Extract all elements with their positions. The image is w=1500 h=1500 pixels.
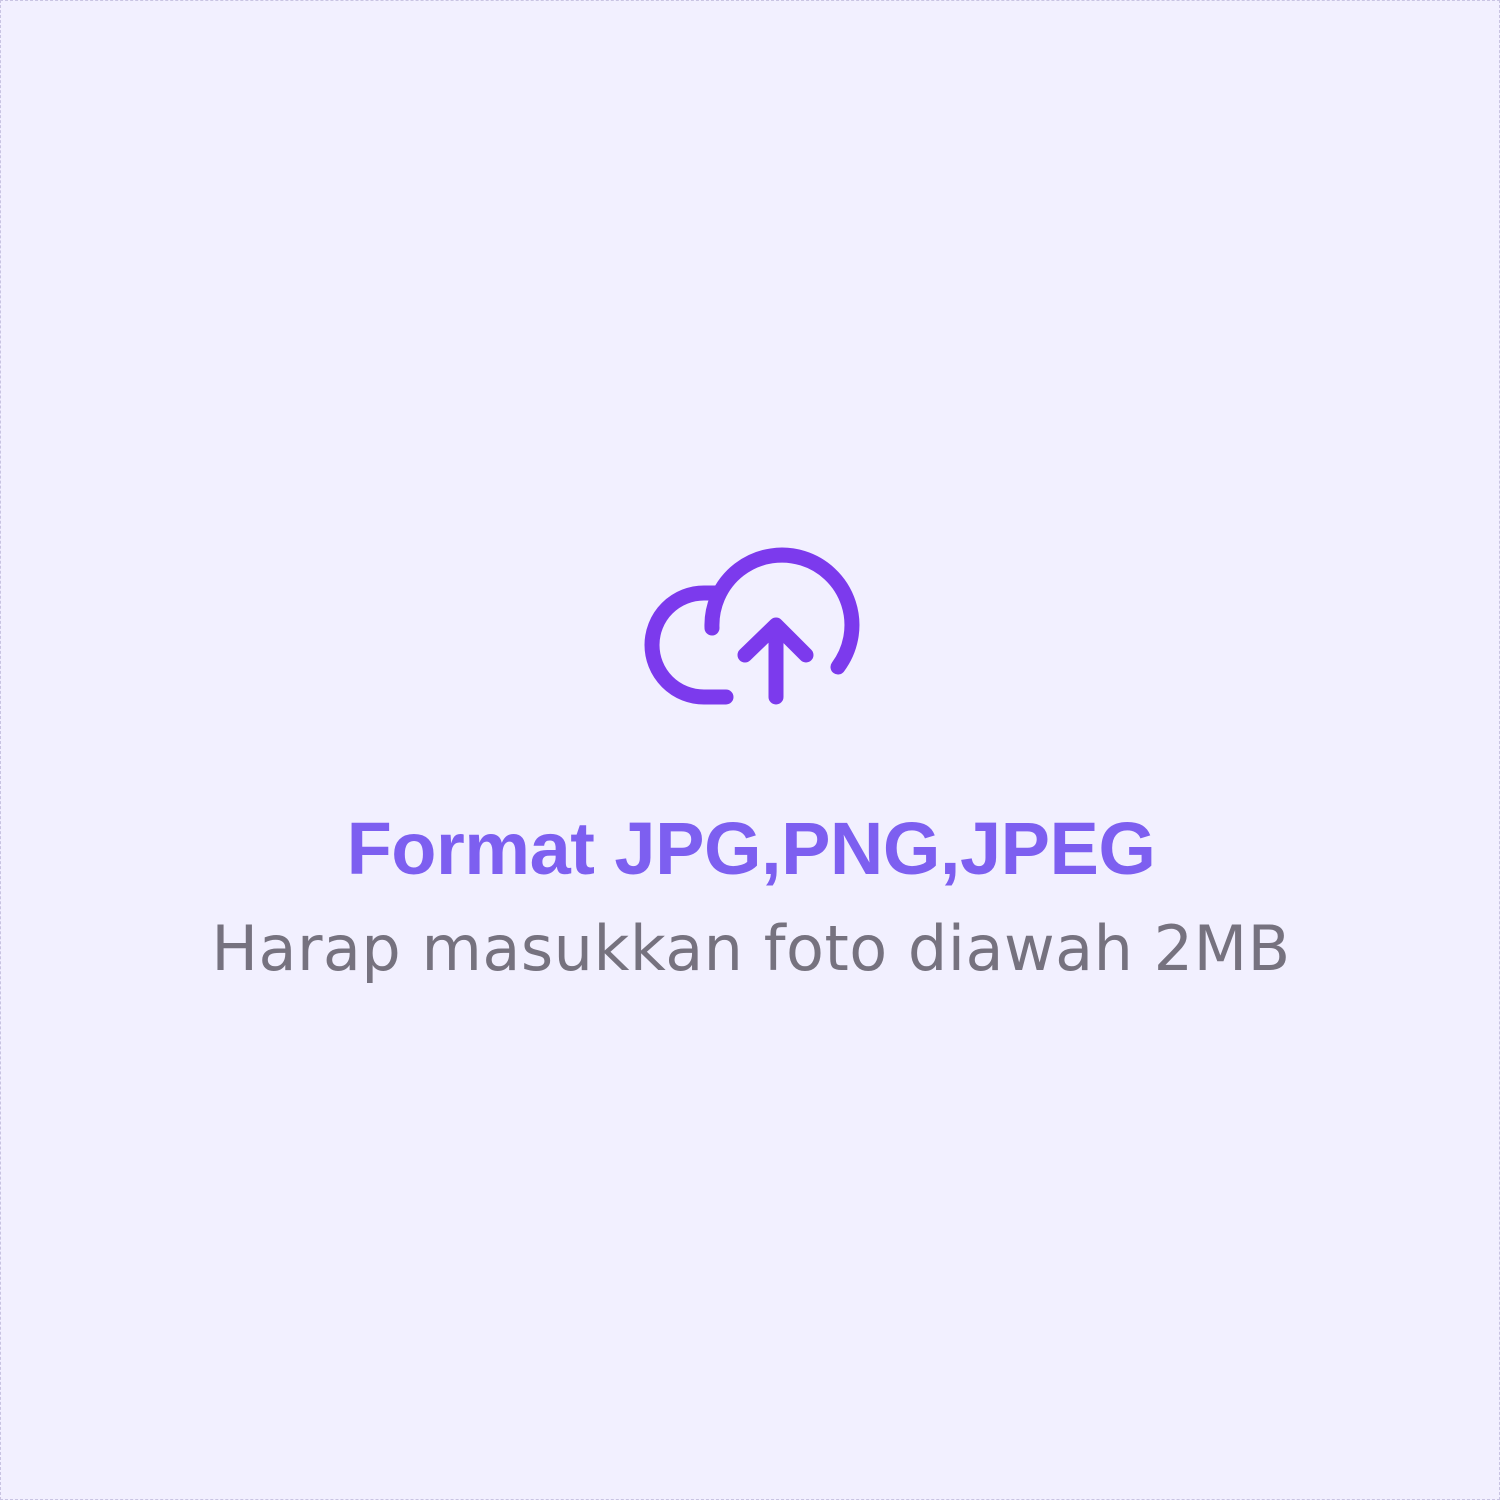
file-size-hint: Harap masukkan foto diawah 2MB xyxy=(211,912,1291,985)
accepted-formats-text: Format JPG,PNG,JPEG xyxy=(346,807,1156,890)
cloud-upload-icon xyxy=(644,547,860,705)
photo-upload-dropzone[interactable]: Format JPG,PNG,JPEG Harap masukkan foto … xyxy=(0,0,1500,1500)
